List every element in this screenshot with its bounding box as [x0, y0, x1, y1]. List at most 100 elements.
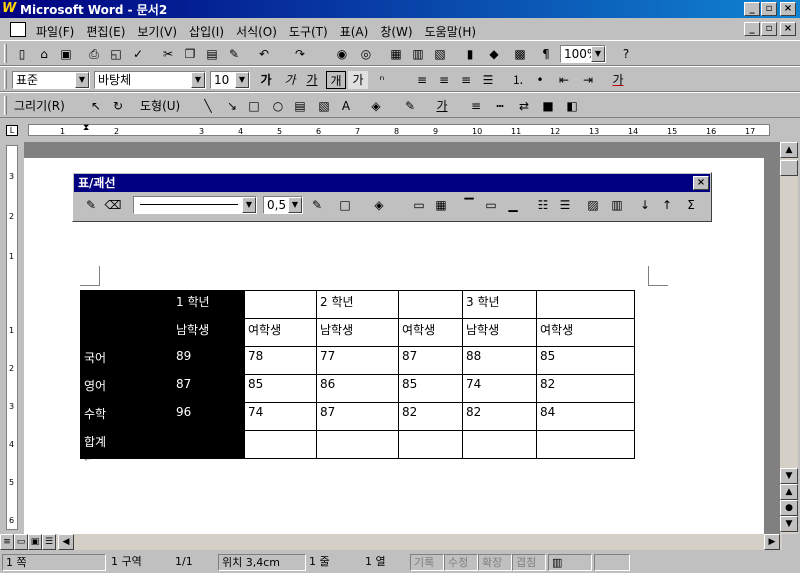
line-weight-combo[interactable]: 0,5 ▼	[263, 196, 303, 214]
scroll-thumb[interactable]	[780, 160, 798, 176]
table-cell[interactable]	[462, 430, 537, 459]
spelling-icon[interactable]: ✓	[128, 45, 148, 63]
menu-file[interactable]: 파일(F)	[30, 21, 80, 42]
numbering-icon[interactable]: ⒈	[508, 71, 528, 89]
table-cell[interactable]: 74	[244, 402, 317, 431]
table-cell[interactable]	[80, 290, 173, 319]
menu-insert[interactable]: 삽입(I)	[183, 21, 230, 42]
distribute-icon[interactable]: ☰	[478, 71, 498, 89]
horizontal-scrollbar[interactable]: ≡ ▭ ▣ ☰ ◀ ▶	[0, 534, 782, 550]
increase-indent-icon[interactable]: ⇥	[578, 71, 598, 89]
status-trk[interactable]: 수정	[444, 554, 478, 571]
paste-icon[interactable]: ▤	[202, 45, 222, 63]
document-map-icon[interactable]: ▩	[510, 45, 530, 63]
shading-color-icon[interactable]: ◈	[369, 196, 389, 214]
font-combo[interactable]: 바탕체 ▼	[94, 71, 206, 89]
print-layout-view-icon[interactable]: ▣	[28, 534, 42, 550]
table-cell[interactable]: 남학생	[462, 318, 537, 347]
table-cell[interactable]: 여학생	[398, 318, 463, 347]
sort-ascending-icon[interactable]: ↓	[635, 196, 655, 214]
maximize-button[interactable]: ▫	[761, 2, 777, 16]
tables-borders-icon[interactable]: ▦	[386, 45, 406, 63]
scroll-up-icon[interactable]: ▲	[780, 142, 798, 158]
eraser-icon[interactable]: ⌫	[103, 196, 123, 214]
undo-icon[interactable]: ↶	[254, 45, 274, 63]
copy-icon[interactable]: ❐	[180, 45, 200, 63]
autosum-button[interactable]: Σ	[681, 196, 701, 214]
border-color-icon[interactable]: ✎	[307, 196, 327, 214]
insert-excel-icon[interactable]: ▧	[430, 45, 450, 63]
fill-color-icon[interactable]: ◈	[366, 97, 386, 115]
line-icon[interactable]: ╲	[198, 97, 218, 115]
merge-cells-icon[interactable]: ▭	[409, 196, 429, 214]
table-cell[interactable]	[398, 290, 463, 319]
normal-view-icon[interactable]: ≡	[0, 534, 14, 550]
table-cell[interactable]: 85	[398, 374, 463, 403]
underline-button[interactable]: 가	[302, 71, 322, 89]
sort-descending-icon[interactable]: ↑	[657, 196, 677, 214]
scroll-left-icon[interactable]: ◀	[58, 534, 74, 550]
table-cell[interactable]	[172, 430, 245, 459]
table-cell[interactable]: 남학생	[316, 318, 399, 347]
split-cells-icon[interactable]: ▦	[431, 196, 451, 214]
align-middle-icon[interactable]: ▭	[481, 196, 501, 214]
next-page-icon[interactable]: ▼	[780, 516, 798, 532]
chevron-down-icon[interactable]: ▼	[75, 72, 89, 88]
bullets-icon[interactable]: •	[530, 71, 550, 89]
table-cell[interactable]	[80, 318, 173, 347]
vertical-scrollbar[interactable]: ▲ ▼ ▲ ● ▼	[780, 142, 798, 534]
office-assistant-icon[interactable]: ?	[616, 45, 636, 63]
table-autoformat-icon[interactable]: ▨	[583, 196, 603, 214]
web-layout-view-icon[interactable]: ▭	[14, 534, 28, 550]
show-hide-icon[interactable]: ¶	[536, 45, 556, 63]
table-cell[interactable]: 82	[462, 402, 537, 431]
status-ovr[interactable]: 겹침	[512, 554, 546, 571]
draw-table-pencil-icon[interactable]: ✎	[81, 196, 101, 214]
format-painter-icon[interactable]: ✎	[224, 45, 244, 63]
table-cell[interactable]	[244, 290, 317, 319]
minimize-button[interactable]: _	[744, 2, 760, 16]
status-rec[interactable]: 기록	[410, 554, 444, 571]
menu-tools[interactable]: 도구(T)	[283, 21, 334, 42]
oval-icon[interactable]: ○	[268, 97, 288, 115]
insert-table-icon[interactable]: ▥	[408, 45, 428, 63]
table-cell[interactable]: 1 학년	[172, 290, 245, 319]
table-cell[interactable]: 합계	[80, 430, 173, 459]
status-ext[interactable]: 확장	[478, 554, 512, 571]
rectangle-icon[interactable]: □	[244, 97, 264, 115]
doc-maximize-button[interactable]: ▫	[761, 22, 777, 36]
autoshapes-button[interactable]: 도형(U)	[140, 97, 194, 115]
doc-minimize-button[interactable]: _	[744, 22, 760, 36]
toolbar-grip[interactable]	[4, 96, 7, 115]
table-cell[interactable]: 82	[536, 374, 635, 403]
distribute-columns-icon[interactable]: ☰	[555, 196, 575, 214]
table-cell[interactable]: 89	[172, 346, 245, 375]
change-text-direction-icon[interactable]: ▥	[607, 196, 627, 214]
table-cell[interactable]: 영어	[80, 374, 173, 403]
align-justify-icon[interactable]: ≡	[412, 71, 432, 89]
table-cell[interactable]: 82	[398, 402, 463, 431]
outside-border-icon[interactable]: □	[335, 196, 355, 214]
table-cell[interactable]	[536, 290, 635, 319]
vertical-ruler-strip[interactable]: 3 2 1 1 2 3 4 5 6	[6, 145, 18, 530]
zoom-combo[interactable]: 100% ▼	[560, 45, 606, 63]
wordart-icon[interactable]: ▧	[314, 97, 334, 115]
table-cell[interactable]: 여학생	[536, 318, 635, 347]
table-cell[interactable]	[398, 430, 463, 459]
table-cell[interactable]: 87	[398, 346, 463, 375]
table-cell[interactable]	[244, 430, 317, 459]
align-right-icon[interactable]: ≡	[456, 71, 476, 89]
table-cell[interactable]: 남학생	[172, 318, 245, 347]
select-objects-icon[interactable]: ↖	[86, 97, 106, 115]
line-color-icon[interactable]: ✎	[400, 97, 420, 115]
table-cell[interactable]	[316, 430, 399, 459]
tab-selector[interactable]: L	[6, 125, 18, 136]
decrease-indent-icon[interactable]: ⇤	[554, 71, 574, 89]
tables-borders-title[interactable]: 표/괘선	[74, 174, 710, 192]
menu-window[interactable]: 창(W)	[374, 21, 418, 42]
ruler-strip[interactable]: 1 2 3 4 5 6 7 8 9 10 11 12 13 14 15 16 1…	[28, 123, 770, 136]
indent-marker-icon[interactable]: ⧗	[83, 123, 89, 133]
table-cell[interactable]: 86	[316, 374, 399, 403]
dash-style-icon[interactable]: ┅	[490, 97, 510, 115]
chevron-down-icon[interactable]: ▼	[235, 72, 249, 88]
